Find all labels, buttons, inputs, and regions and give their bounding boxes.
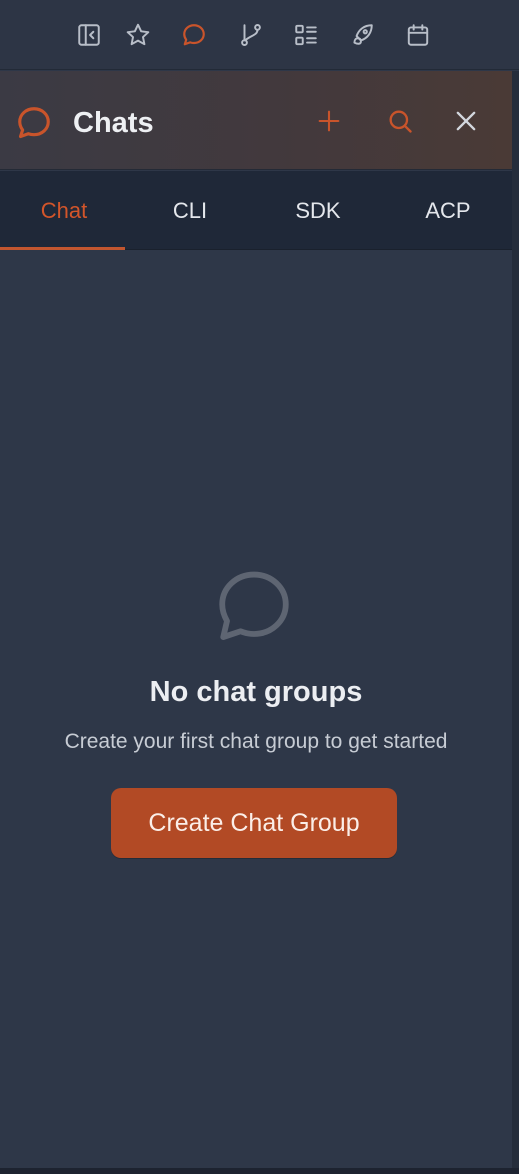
sidebar-toggle-icon[interactable] — [74, 20, 104, 50]
search-icon — [389, 110, 412, 133]
tab-cli[interactable]: CLI — [126, 171, 254, 250]
empty-state-title: No chat groups — [149, 676, 363, 708]
close-icon — [456, 111, 476, 131]
panel-header: Chats — [0, 71, 512, 170]
scrollbar-track — [512, 71, 519, 1174]
tab-chat[interactable]: Chat — [0, 171, 128, 250]
empty-state-subtitle: Create your first chat group to get star… — [64, 730, 448, 753]
search-button[interactable] — [381, 102, 419, 140]
star-icon[interactable] — [123, 20, 153, 50]
list-icon[interactable] — [291, 20, 321, 50]
tab-label: CLI — [172, 197, 208, 223]
chat-icon[interactable] — [179, 20, 209, 50]
top-toolbar — [0, 0, 519, 70]
panel-title: Chats — [73, 107, 154, 139]
rocket-icon[interactable] — [347, 20, 377, 50]
chats-panel: Chats Chat CLI SDK ACP No chat groups Cr… — [0, 0, 519, 1174]
tab-acp[interactable]: ACP — [384, 171, 512, 250]
tab-sdk[interactable]: SDK — [254, 171, 382, 250]
calendar-icon[interactable] — [403, 20, 433, 50]
bottom-edge — [0, 1168, 519, 1174]
chat-icon — [18, 107, 50, 139]
tab-label: SDK — [295, 197, 341, 223]
tab-bar: Chat CLI SDK ACP — [0, 171, 512, 250]
plus-icon — [318, 110, 340, 132]
close-button[interactable] — [447, 102, 485, 140]
new-chat-button[interactable] — [310, 102, 348, 140]
git-branch-icon[interactable] — [236, 20, 266, 50]
chat-bubble-icon — [219, 571, 289, 640]
tab-label: Chat — [40, 197, 88, 223]
active-tab-indicator — [0, 247, 125, 250]
tab-label: ACP — [425, 197, 471, 223]
create-chat-group-button[interactable]: Create Chat Group — [111, 788, 397, 858]
